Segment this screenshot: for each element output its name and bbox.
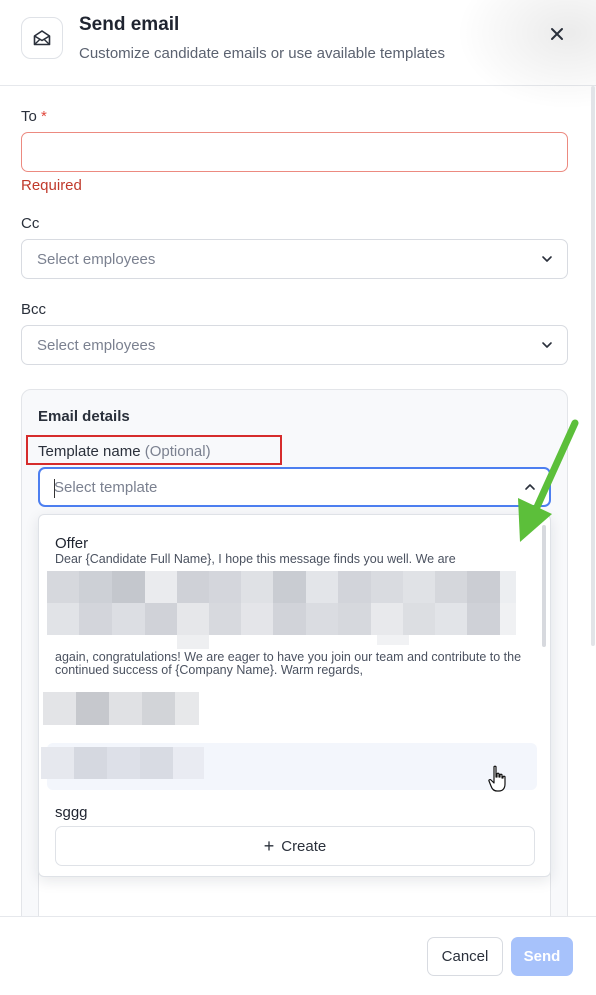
chevron-up-icon — [525, 484, 535, 490]
create-label: Create — [281, 837, 327, 855]
required-mark: * — [41, 108, 47, 125]
envelope-open-icon — [21, 17, 63, 59]
to-label-text: To — [21, 108, 37, 125]
redacted-name-block — [41, 747, 204, 779]
redacted-name-block — [43, 692, 199, 725]
close-icon — [551, 28, 563, 40]
text-caret — [54, 479, 55, 498]
email-details-title: Email details — [38, 408, 130, 425]
create-template-button[interactable]: + Create — [55, 826, 535, 866]
template-option-title: Offer — [55, 535, 89, 552]
dialog-footer — [0, 916, 596, 995]
dialog-title: Send email — [79, 14, 180, 35]
chevron-down-icon — [542, 342, 552, 348]
template-option-preview: Dear {Candidate Full Name}, I hope this … — [55, 553, 456, 566]
dropdown-scrollbar[interactable] — [542, 525, 546, 647]
bcc-select[interactable]: Select employees — [21, 325, 568, 365]
plus-icon: + — [263, 836, 275, 856]
cc-label: Cc — [21, 215, 40, 232]
template-name-label-text: Template name — [38, 443, 141, 460]
template-select[interactable]: Select template — [38, 467, 551, 507]
template-name-label: Template name (Optional) — [38, 443, 211, 460]
cc-select[interactable]: Select employees — [21, 239, 568, 279]
optional-hint: (Optional) — [144, 443, 211, 460]
dialog-scrollbar-thumb[interactable] — [591, 86, 595, 646]
cancel-button[interactable]: Cancel — [427, 937, 503, 976]
chevron-down-icon — [542, 256, 552, 262]
cc-placeholder: Select employees — [37, 251, 156, 268]
to-input[interactable] — [21, 132, 568, 172]
send-button[interactable]: Send — [511, 937, 573, 976]
bcc-label: Bcc — [21, 301, 47, 318]
to-label: To * — [21, 108, 47, 125]
template-dropdown: Offer Dear {Candidate Full Name}, I hope… — [38, 514, 551, 877]
template-option-preview-end: again, congratulations! We are eager to … — [55, 650, 522, 677]
bcc-placeholder: Select employees — [37, 337, 156, 354]
template-option-sggg[interactable]: sggg — [55, 804, 88, 821]
header-shadow — [456, 0, 596, 110]
dialog-scrollbar[interactable] — [590, 86, 596, 646]
dialog-subtitle: Customize candidate emails or use availa… — [79, 45, 446, 62]
to-error-text: Required — [21, 177, 82, 194]
close-button[interactable] — [544, 21, 570, 47]
template-placeholder: Select template — [54, 479, 158, 496]
dialog-header: Send email Customize candidate emails or… — [0, 0, 596, 110]
